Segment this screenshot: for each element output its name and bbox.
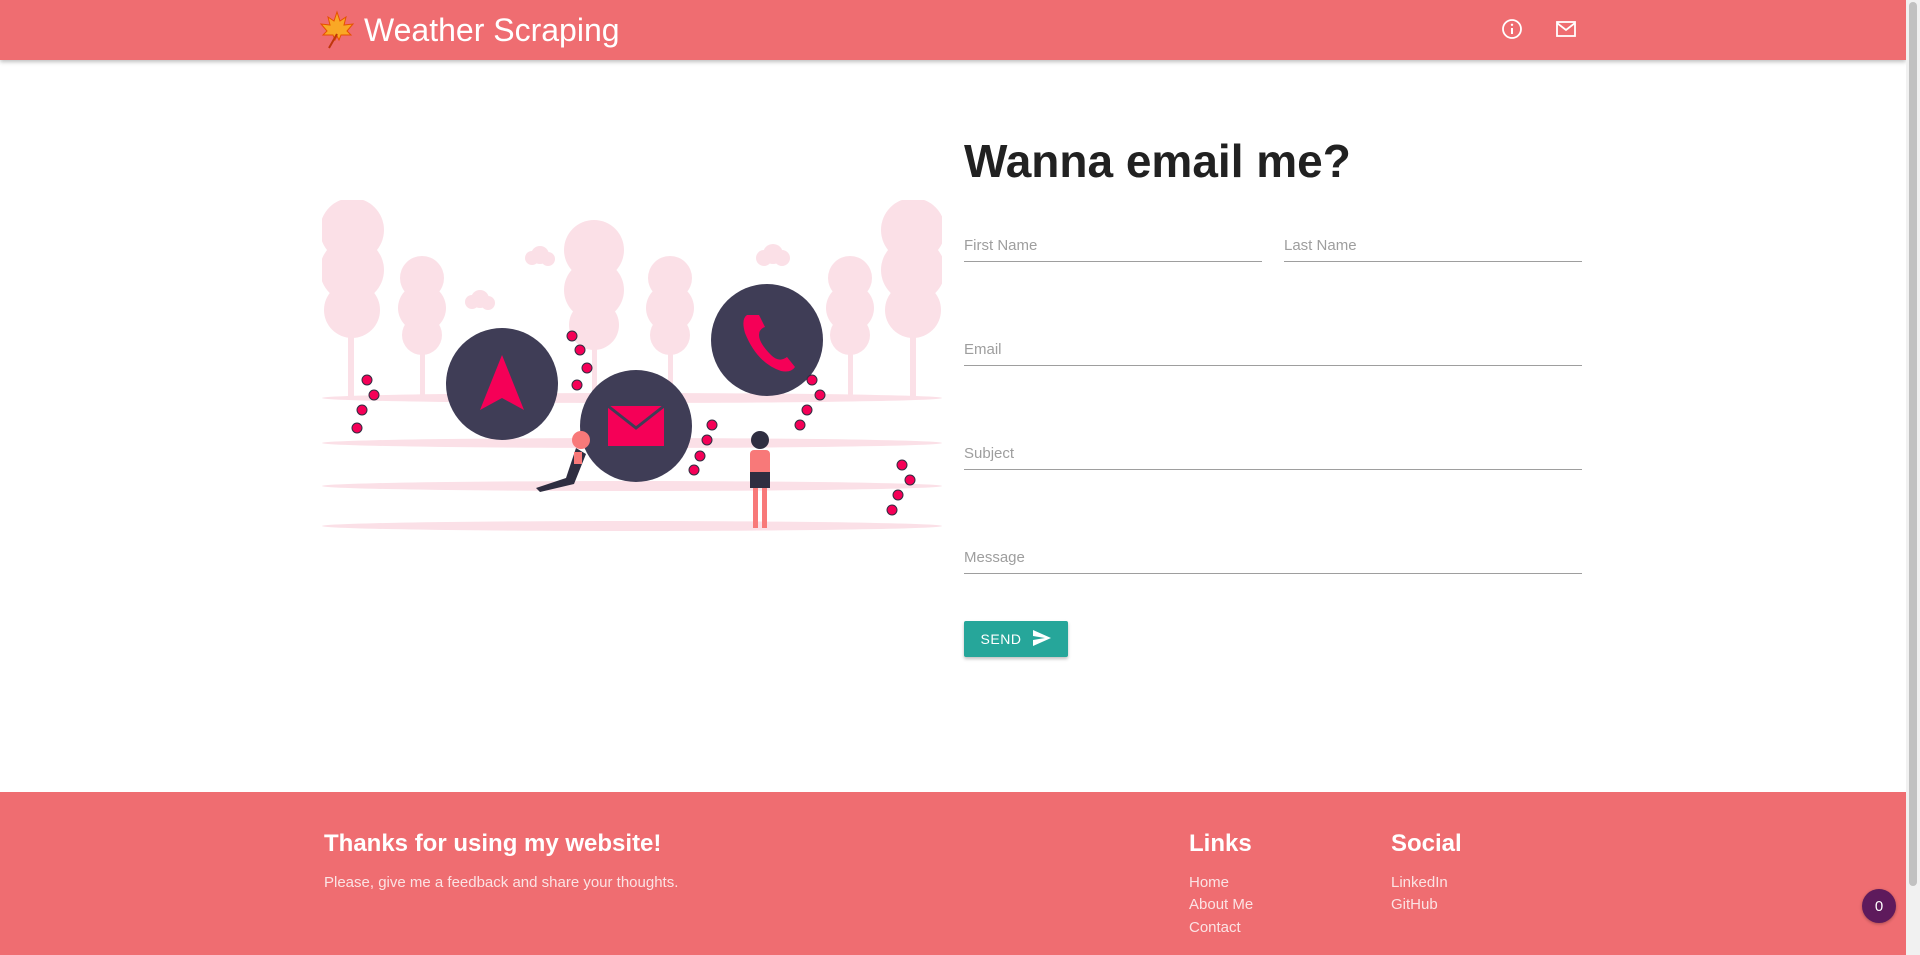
subject-field[interactable]: [964, 438, 1582, 470]
send-button[interactable]: SEND: [964, 621, 1068, 657]
footer-link-github[interactable]: GitHub: [1391, 896, 1438, 913]
footer-social-title: Social: [1391, 830, 1462, 857]
first-name-input[interactable]: [964, 230, 1262, 260]
footer-links-title: Links: [1189, 830, 1252, 857]
send-icon: [1033, 629, 1052, 649]
first-name-field[interactable]: [964, 230, 1262, 262]
footer-link-about-me[interactable]: About Me: [1189, 896, 1253, 913]
site-title: Weather Scraping: [364, 11, 620, 48]
page-footer: Thanks for using my website! Please, giv…: [0, 792, 1906, 955]
message-field[interactable]: [964, 542, 1582, 574]
scrollbar-thumb[interactable]: [1909, 2, 1917, 886]
send-button-label: SEND: [980, 631, 1022, 647]
maple-leaf-icon: [316, 9, 358, 51]
notification-badge[interactable]: 0: [1862, 889, 1896, 923]
subject-input[interactable]: [964, 438, 1582, 468]
last-name-input[interactable]: [1284, 230, 1582, 260]
top-navbar: Weather Scraping: [0, 0, 1906, 60]
footer-title: Thanks for using my website!: [324, 830, 662, 857]
email-input[interactable]: [964, 334, 1582, 364]
mail-icon[interactable]: [1551, 14, 1581, 44]
contact-heading: Wanna email me?: [964, 135, 1351, 187]
last-name-field[interactable]: [1284, 230, 1582, 262]
footer-link-home[interactable]: Home: [1189, 874, 1229, 891]
footer-link-linkedin[interactable]: LinkedIn: [1391, 874, 1448, 891]
brand-logo[interactable]: Weather Scraping: [316, 6, 620, 54]
message-input[interactable]: [964, 542, 1582, 572]
footer-text: Please, give me a feedback and share you…: [324, 874, 679, 891]
footer-link-contact[interactable]: Contact: [1189, 919, 1241, 936]
info-icon[interactable]: [1497, 14, 1527, 44]
email-field[interactable]: [964, 334, 1582, 366]
contact-illustration: [322, 200, 942, 531]
page-scrollbar[interactable]: [1906, 0, 1920, 955]
